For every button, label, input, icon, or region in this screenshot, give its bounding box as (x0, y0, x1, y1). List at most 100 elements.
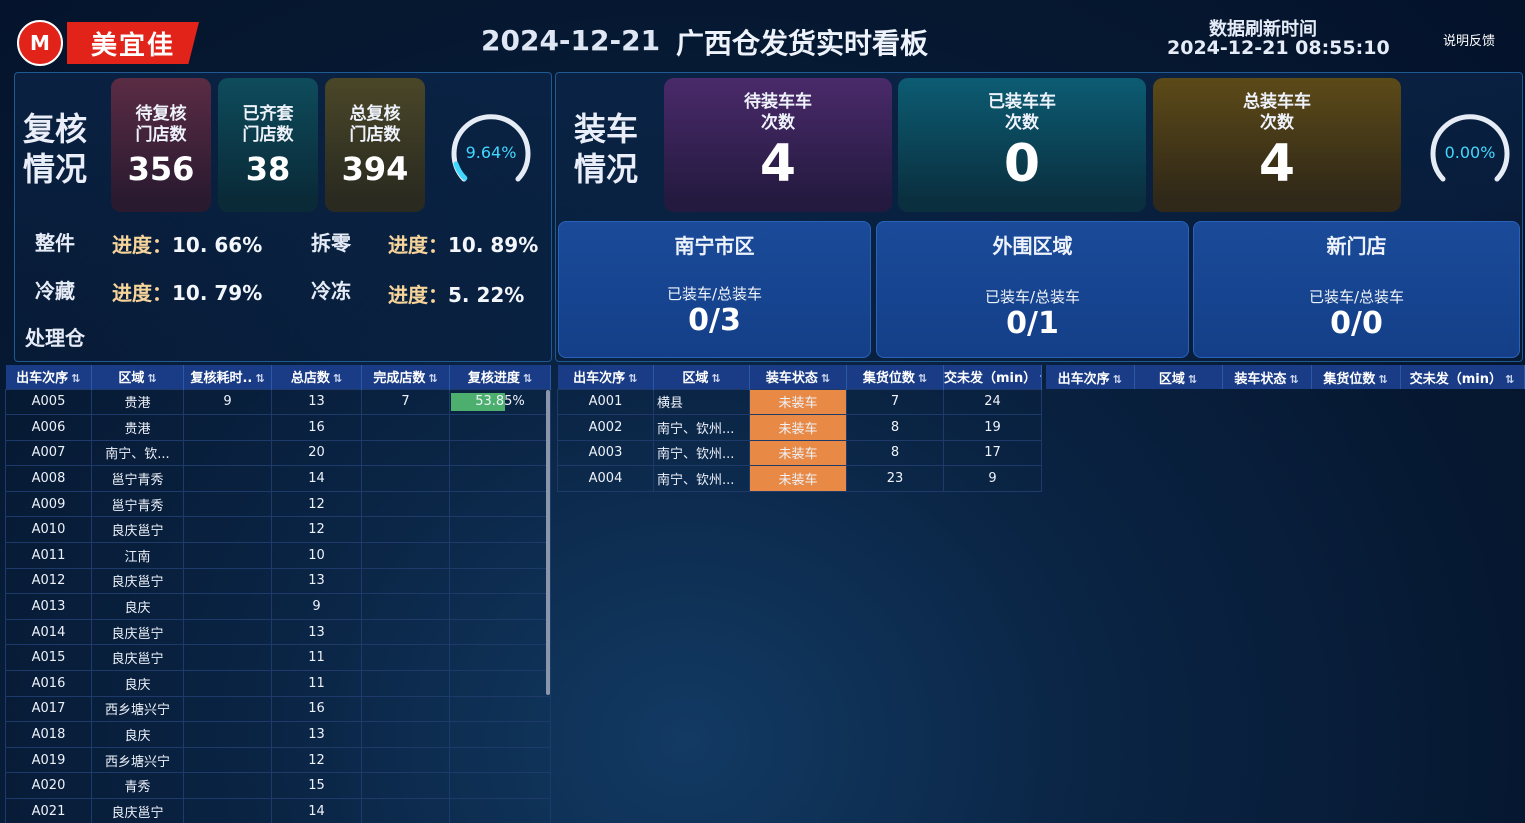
region-sub: 已装车/总装车 (666, 285, 763, 303)
table-row[interactable]: A001 横县 未装车 7 24 (557, 388, 1042, 416)
table-cell: 15 (271, 772, 362, 799)
region-card-new-stores: 新门店 已装车/总装车 0/0 (1193, 221, 1520, 358)
sort-icon[interactable]: ⇅ (711, 372, 720, 385)
table-cell: 13 (271, 618, 362, 646)
table-row[interactable]: A008 邕宁青秀 14 (5, 465, 551, 492)
table-cell: A010 (5, 516, 92, 544)
table-row[interactable]: A007 南宁、钦... 20 (5, 439, 551, 467)
sort-icon[interactable]: ⇅ (628, 372, 637, 385)
logo-icon: M (17, 20, 63, 66)
table_right-header-4[interactable]: 交未发（min） ⇅ (1400, 365, 1525, 389)
table-cell: A015 (5, 644, 92, 672)
sort-icon[interactable]: ⇅ (147, 372, 156, 385)
table-cell: 西乡塘兴宁 (91, 695, 184, 723)
table-cell: A006 (5, 414, 92, 441)
table_right-header-2[interactable]: 装车状态 ⇅ (1222, 365, 1312, 389)
card-value: 38 (245, 150, 291, 188)
table-cell: A001 (557, 388, 654, 416)
sort-icon[interactable]: ⇅ (333, 372, 342, 385)
table-scrollbar[interactable] (546, 390, 550, 695)
table-row[interactable]: A012 良庆邕宁 13 (5, 567, 551, 595)
table-cell (449, 414, 551, 441)
table-cell: 9 (271, 593, 362, 620)
table-row[interactable]: A011 江南 10 (5, 542, 551, 569)
table-row[interactable]: A006 贵港 16 (5, 414, 551, 441)
card-label: 总装车车次数 (1243, 92, 1311, 133)
feedback-link[interactable]: 说明反馈 (1443, 30, 1495, 49)
sort-icon[interactable]: ⇅ (1113, 373, 1122, 386)
table-cell: 17 (943, 439, 1042, 467)
table-row[interactable]: A020 青秀 15 (5, 772, 551, 799)
table-cell: 未装车 (749, 388, 847, 416)
table-cell: 邕宁青秀 (91, 465, 184, 492)
column-header-label: 复核耗时.. (190, 371, 253, 387)
table-cell (183, 695, 272, 723)
table_left-header-1[interactable]: 区域 ⇅ (91, 365, 184, 389)
progress-split: 进度：10. 89% (388, 229, 538, 258)
brand-logo: M 美宜佳 (17, 20, 199, 66)
recheck-gauge: 9.64% (448, 109, 534, 195)
card-pending-loading: 待装车车次数 4 (664, 78, 892, 212)
sort-icon[interactable]: ⇅ (428, 372, 437, 385)
table_left-header-2[interactable]: 复核耗时.. ⇅ (183, 365, 272, 389)
table_left-header-4[interactable]: 完成店数 ⇅ (361, 365, 450, 389)
sort-icon[interactable]: ⇅ (1378, 373, 1387, 386)
table-cell (183, 414, 272, 441)
table-row[interactable]: A004 南宁、钦州... 未装车 23 9 (557, 465, 1042, 492)
table-cell: A020 (5, 772, 92, 799)
table-row[interactable]: A014 良庆邕宁 13 (5, 618, 551, 646)
table_right-header-3[interactable]: 集货位数 ⇅ (1311, 365, 1401, 389)
sort-icon[interactable]: ⇅ (1289, 373, 1298, 386)
table-cell (183, 593, 272, 620)
table-cell (361, 439, 450, 467)
table-row[interactable]: A005 贵港 9 13 7 53.85% (5, 388, 551, 416)
table_left-header-3[interactable]: 总店数 ⇅ (271, 365, 362, 389)
sort-icon[interactable]: ⇅ (71, 372, 80, 385)
card-complete-stores: 已齐套门店数 38 (218, 78, 318, 212)
table-row[interactable]: A002 南宁、钦州... 未装车 8 19 (557, 414, 1042, 441)
table-row[interactable]: A010 良庆邕宁 12 (5, 516, 551, 544)
table-row[interactable]: A021 良庆邕宁 14 (5, 798, 551, 823)
table_right-header-1[interactable]: 区域 ⇅ (1134, 365, 1223, 389)
card-label: 待装车车次数 (744, 92, 812, 133)
table-row[interactable]: A016 良庆 11 (5, 670, 551, 697)
table_mid-header-0[interactable]: 出车次序 ⇅ (557, 365, 654, 389)
sort-icon[interactable]: ⇅ (821, 372, 830, 385)
table-cell (361, 772, 450, 799)
region-sub: 已装车/总装车 (984, 288, 1081, 306)
table_left-header-0[interactable]: 出车次序 ⇅ (5, 365, 92, 389)
sort-icon[interactable]: ⇅ (1039, 372, 1040, 385)
table-cell: 24 (943, 388, 1042, 416)
table-cell (361, 644, 450, 672)
table_mid-header-1[interactable]: 区域 ⇅ (653, 365, 750, 389)
progress-name-chilled: 冷藏 (35, 279, 75, 303)
card-label: 已装车车次数 (988, 92, 1056, 133)
refresh-time: 2024-12-21 08:55:10 (1167, 37, 1390, 59)
table-row[interactable]: A009 邕宁青秀 12 (5, 490, 551, 518)
loading-table: 出车次序⇅区域⇅装车状态⇅集货位数⇅交未发（min）⇅ A001横县未装车724… (557, 365, 1042, 492)
progress-value: 10. 89% (448, 233, 539, 257)
table_right-header-0[interactable]: 出车次序 ⇅ (1046, 365, 1135, 389)
recheck-table: 出车次序 ⇅ 区域 ⇅ 复核耗时.. ⇅ 总店数 ⇅ 完成店数 ⇅ 复核进度 ⇅ A005 贵港 9 13 7… (5, 365, 551, 823)
table_mid-header-4[interactable]: 交未发（min）⇅ (943, 365, 1042, 389)
sort-icon[interactable]: ⇅ (523, 372, 532, 385)
table-cell (449, 465, 551, 492)
sort-icon[interactable]: ⇅ (918, 372, 927, 385)
table_mid-header-3[interactable]: 集货位数 ⇅ (846, 365, 944, 389)
table-row[interactable]: A015 良庆邕宁 11 (5, 644, 551, 672)
region-card-outer: 外围区域 已装车/总装车 0/1 (876, 221, 1189, 358)
table-cell: A004 (557, 465, 654, 492)
sort-icon[interactable]: ⇅ (1505, 373, 1514, 386)
region-value: 0/1 (1006, 306, 1059, 341)
sort-icon[interactable]: ⇅ (255, 372, 264, 385)
table_left-header-5[interactable]: 复核进度 ⇅ (449, 365, 551, 389)
table-row[interactable]: A003 南宁、钦州... 未装车 8 17 (557, 439, 1042, 467)
table-row[interactable]: A019 西乡塘兴宁 12 (5, 746, 551, 774)
table-row[interactable]: A013 良庆 9 (5, 593, 551, 620)
table-cell: 11 (271, 644, 362, 672)
table-row[interactable]: A018 良庆 13 (5, 721, 551, 748)
table_mid-header-2[interactable]: 装车状态 ⇅ (749, 365, 847, 389)
table-row[interactable]: A017 西乡塘兴宁 16 (5, 695, 551, 723)
sort-icon[interactable]: ⇅ (1188, 373, 1197, 386)
region-card-nanning: 南宁市区 已装车/总装车 0/3 (558, 221, 871, 358)
